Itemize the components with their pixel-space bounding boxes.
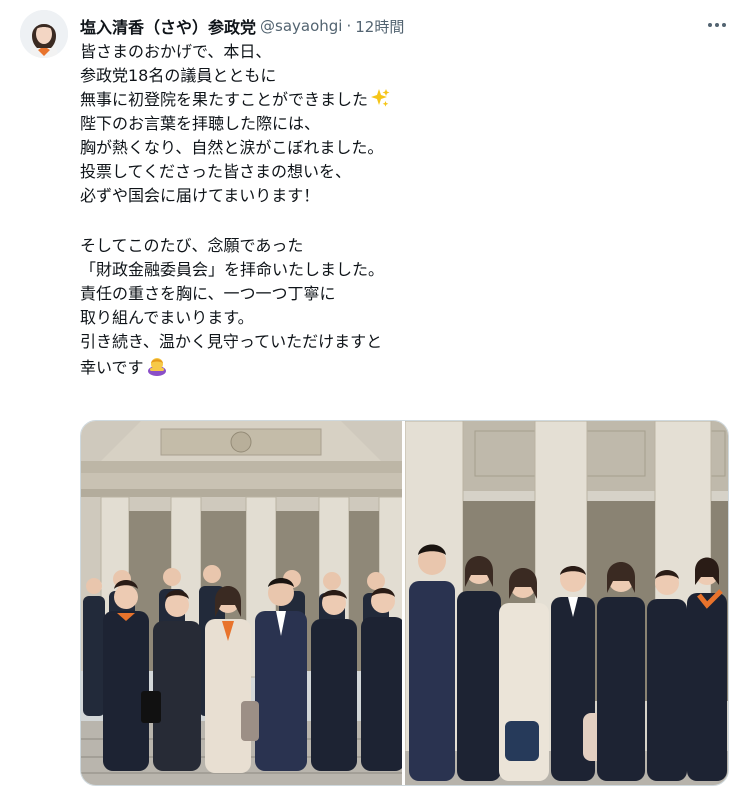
tweet-line-text: 無事に初登院を果たすことができました xyxy=(80,90,369,109)
separator-dot: · xyxy=(346,17,352,35)
tweet-header: 塩入清香（さや）参政党 @sayaohgi · 12時間 xyxy=(80,14,404,38)
display-name[interactable]: 塩入清香（さや）参政党 xyxy=(80,14,256,38)
tweet-line: 無事に初登院を果たすことができました xyxy=(80,88,730,112)
tweet-line: 皆さまのおかげで、本日、 xyxy=(80,42,272,61)
tweet: 塩入清香（さや）参政党 @sayaohgi · 12時間 皆さまのおかげで、本日… xyxy=(0,0,754,789)
sparkles-icon xyxy=(370,88,390,115)
tweet-line: 引き続き、温かく見守っていただけますと xyxy=(80,332,383,351)
tweet-text: 皆さまのおかげで、本日、 参政党18名の議員とともに 無事に初登院を果たすことが… xyxy=(80,40,730,378)
tweet-line: 取り組んでまいります。 xyxy=(80,308,254,327)
group-photo-right[interactable] xyxy=(405,421,728,785)
tweet-line: そしてこのたび、念願であった xyxy=(80,236,304,255)
bowing-person-icon xyxy=(146,354,168,383)
avatar-image xyxy=(20,10,68,58)
user-handle[interactable]: @sayaohgi xyxy=(260,17,342,35)
tweet-line: 陛下のお言葉を拝聴した際には、 xyxy=(80,114,321,133)
tweet-line: 胸が熱くなり、自然と涙がこぼれました。 xyxy=(80,138,384,157)
avatar[interactable] xyxy=(20,10,68,58)
photo-grid xyxy=(80,420,729,786)
more-options-icon[interactable] xyxy=(704,12,730,38)
timestamp[interactable]: 12時間 xyxy=(355,16,404,37)
tweet-line: 参政党18名の議員とともに xyxy=(80,66,277,85)
tweet-line: 責任の重さを胸に、一つ一つ丁寧に xyxy=(80,284,336,303)
tweet-line: 幸いです xyxy=(80,354,730,378)
group-photo-left[interactable] xyxy=(81,421,402,785)
tweet-line: 「財政金融委員会」を拝命いたしました。 xyxy=(80,260,385,279)
tweet-line-text: 幸いです xyxy=(80,358,144,377)
tweet-line: 必ずや国会に届けてまいります！ xyxy=(80,186,320,205)
tweet-line: 投票してくださった皆さまの想いを、 xyxy=(80,162,352,181)
